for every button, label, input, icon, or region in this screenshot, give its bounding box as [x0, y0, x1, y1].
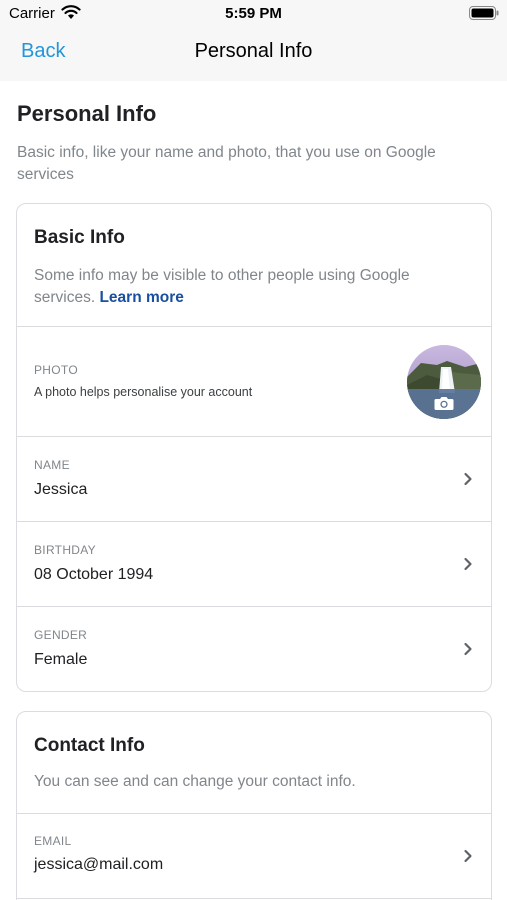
name-row[interactable]: NAME Jessica — [17, 436, 491, 521]
page-subtitle: Basic info, like your name and photo, th… — [17, 144, 436, 183]
email-value: jessica@mail.com — [34, 856, 164, 873]
camera-icon — [434, 397, 454, 410]
gender-value: Female — [34, 651, 88, 668]
back-button[interactable]: Back — [21, 40, 65, 63]
birthday-value: 08 October 1994 — [34, 566, 154, 583]
basic-info-title: Basic Info — [34, 227, 125, 248]
chevron-right-icon — [464, 849, 472, 863]
name-label: NAME — [34, 458, 70, 472]
contact-info-card: Contact Info You can see and can change … — [16, 711, 492, 900]
avatar[interactable] — [407, 345, 481, 419]
battery-icon — [469, 6, 499, 20]
learn-more-link[interactable]: Learn more — [99, 289, 183, 306]
page-title: Personal Info — [17, 101, 157, 126]
photo-row[interactable]: PHOTO A photo helps personalise your acc… — [17, 326, 491, 436]
contact-info-title: Contact Info — [34, 735, 145, 756]
basic-info-card: Basic Info Some info may be visible to o… — [16, 203, 492, 692]
nav-title: Personal Info — [194, 40, 313, 62]
name-value: Jessica — [34, 481, 88, 498]
chevron-right-icon — [464, 642, 472, 656]
birthday-label: BIRTHDAY — [34, 543, 96, 557]
chevron-right-icon — [464, 472, 472, 486]
birthday-row[interactable]: BIRTHDAY 08 October 1994 — [17, 521, 491, 606]
email-row[interactable]: EMAIL jessica@mail.com — [17, 813, 491, 898]
basic-info-description-text: Some info may be visible to other people… — [34, 267, 410, 306]
contact-info-description: You can see and can change your contact … — [34, 773, 356, 790]
gender-row[interactable]: GENDER Female — [17, 606, 491, 691]
navigation-bar: Personal Info Back — [0, 28, 507, 81]
gender-label: GENDER — [34, 628, 88, 642]
status-bar: Carrier 5:59 PM — [0, 0, 507, 28]
email-label: EMAIL — [34, 834, 72, 848]
clock: 5:59 PM — [225, 5, 282, 22]
photo-label: PHOTO — [34, 363, 78, 377]
photo-hint: A photo helps personalise your account — [34, 385, 253, 399]
basic-info-description: Some info may be visible to other people… — [34, 265, 464, 309]
chevron-right-icon — [464, 557, 472, 571]
